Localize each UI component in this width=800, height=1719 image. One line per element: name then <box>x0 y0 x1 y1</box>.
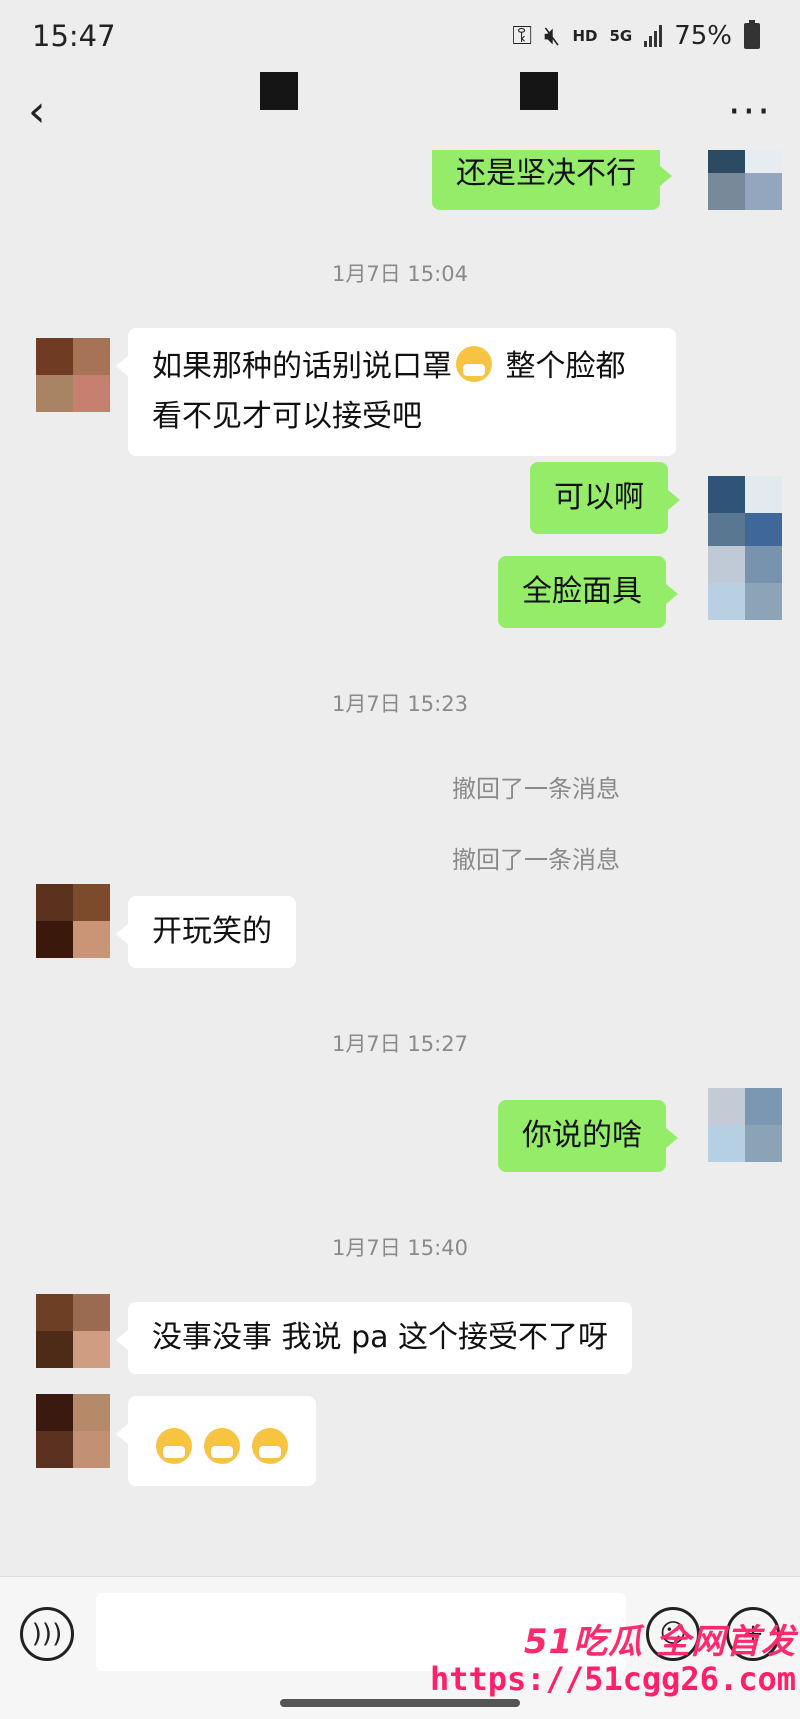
message-bubble-outgoing[interactable]: 你说的啥 <box>498 1100 678 1172</box>
eyes-face-emoji-icon <box>204 1428 240 1464</box>
avatar-contact[interactable] <box>36 1294 110 1368</box>
message-bubble-outgoing[interactable]: 可以啊 <box>530 462 680 534</box>
message-bubble-outgoing[interactable]: 全脸面具 <box>498 556 678 628</box>
voice-icon[interactable]: ))) <box>20 1607 74 1661</box>
status-bar: 15:47 ⚿ 🔇︎ HD 5G 75% <box>0 0 800 72</box>
message-bubble-incoming[interactable]: 如果那种的话别说口罩 整个脸都看不见才可以接受吧 <box>116 328 676 456</box>
timestamp: 1月7日 15:27 <box>332 1032 468 1056</box>
chevron-left-icon[interactable]: ‹ <box>28 90 68 134</box>
hd-label: HD <box>572 27 598 45</box>
watermark-url: https://51cgg26.com <box>429 1660 796 1698</box>
message-bubble-incoming[interactable]: 开玩笑的 <box>116 896 296 968</box>
message-bubble-incoming[interactable]: 没事没事 我说 pa 这个接受不了呀 <box>115 1302 633 1374</box>
battery-icon <box>744 20 760 49</box>
chat-messages[interactable]: 还是坚决不行 1月7日 15:04 如果那种的话别说口罩 整个脸都看不见才可以接… <box>0 150 800 1576</box>
message-bubble-incoming[interactable] <box>116 1396 316 1486</box>
censored-title-block <box>260 72 298 110</box>
avatar-self[interactable] <box>708 1088 782 1162</box>
avatar-contact[interactable] <box>36 1394 110 1468</box>
message-bubble-outgoing[interactable]: 还是坚决不行 <box>432 150 672 210</box>
recall-notice: 撤回了一条消息 <box>452 846 620 874</box>
timestamp: 1月7日 15:40 <box>332 1236 468 1260</box>
eyes-face-emoji-icon <box>156 1428 192 1464</box>
censored-title-block <box>520 72 558 110</box>
timestamp: 1月7日 15:04 <box>332 262 468 286</box>
avatar-self[interactable] <box>708 546 782 620</box>
timestamp: 1月7日 15:23 <box>332 692 468 716</box>
key-icon: ⚿ <box>512 20 533 51</box>
watermark-logo: 51吃瓜 全网首发 <box>523 1622 796 1662</box>
status-icons: ⚿ 🔇︎ HD 5G 75% <box>512 20 760 52</box>
chat-header: ‹ ··· <box>0 72 800 152</box>
avatar-contact[interactable] <box>36 884 110 958</box>
mask-face-emoji-icon <box>456 346 492 382</box>
eyes-face-emoji-icon <box>252 1428 288 1464</box>
home-indicator <box>280 1699 520 1707</box>
status-time: 15:47 <box>32 19 116 53</box>
network-label: 5G <box>609 27 633 45</box>
avatar-self[interactable] <box>708 150 782 210</box>
avatar-self[interactable] <box>708 476 782 550</box>
mute-icon: 🔇︎ <box>544 20 561 51</box>
battery-percent: 75% <box>674 21 732 51</box>
signal-icon <box>644 25 663 47</box>
message-text: 如果那种的话别说口罩 <box>152 349 452 384</box>
avatar-contact[interactable] <box>36 338 110 412</box>
recall-notice: 撤回了一条消息 <box>452 775 620 803</box>
more-dots-icon[interactable]: ··· <box>728 92 772 132</box>
